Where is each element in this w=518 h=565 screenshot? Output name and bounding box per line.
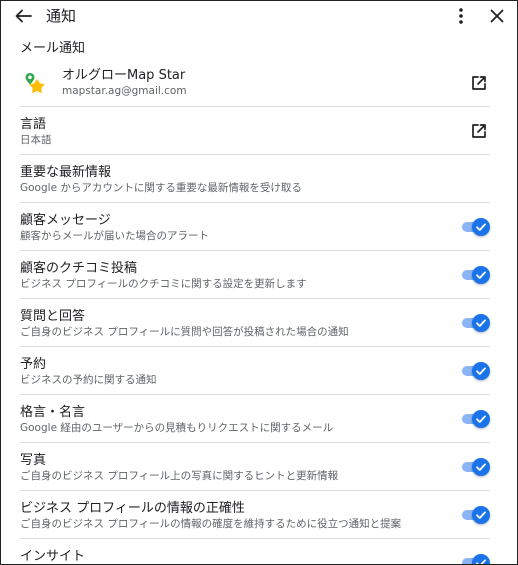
setting-row-qa: 質問と回答 ご自身のビジネス プロフィールに質問や回答が投稿された場合の通知 (20, 299, 490, 347)
setting-description: 顧客からメールが届いた場合のアラート (20, 230, 209, 242)
account-row: オルグローMap Star mapstar.ag@gmail.com (20, 59, 490, 107)
setting-description: ご自身のビジネス プロフィールに質問や回答が投稿された場合の通知 (20, 326, 349, 338)
setting-description: ご自身のビジネス プロフィールの情報の確度を維持するために役立つ通知と提案 (20, 518, 402, 530)
setting-description: ご自身のビジネス プロフィール上の写真に関するヒントと更新情報 (20, 470, 339, 482)
header: 通知 (1, 1, 517, 31)
language-value: 日本語 (20, 134, 52, 146)
setting-description: ビジネス プロフィールのクチコミに関する設定を更新します (20, 278, 307, 290)
setting-row-customer-messages: 顧客メッセージ 顧客からメールが届いた場合のアラート (20, 203, 490, 251)
setting-row-quotes: 格言・名言 Google 経由のユーザーからの見積もりリクエストに関するメール (20, 395, 490, 443)
language-row[interactable]: 言語 日本語 (20, 107, 490, 155)
setting-row-insights: インサイト (20, 539, 490, 564)
setting-row-photos: 写真 ご自身のビジネス プロフィール上の写真に関するヒントと更新情報 (20, 443, 490, 491)
toggle-switch[interactable] (462, 554, 490, 564)
important-title: 重要な最新情報 (20, 165, 112, 180)
setting-title: 顧客のクチコミ投稿 (20, 261, 138, 276)
setting-row-accuracy: ビジネス プロフィールの情報の正確性 ご自身のビジネス プロフィールの情報の確度… (20, 491, 490, 539)
more-vert-icon[interactable] (453, 6, 469, 26)
close-icon[interactable] (487, 7, 507, 25)
important-description: Google からアカウントに関する重要な最新情報を受け取る (20, 182, 302, 194)
toggle-switch[interactable] (462, 410, 490, 428)
setting-title: 質問と回答 (20, 309, 86, 324)
toggle-switch[interactable] (462, 218, 490, 236)
setting-row-bookings: 予約 ビジネスの予約に関する通知 (20, 347, 490, 395)
arrow-left-icon[interactable] (13, 7, 33, 25)
setting-title: ビジネス プロフィールの情報の正確性 (20, 501, 245, 516)
setting-description: ビジネスの予約に関する通知 (20, 374, 157, 386)
setting-title: インサイト (20, 549, 86, 564)
toggle-switch[interactable] (462, 506, 490, 524)
setting-description: Google 経由のユーザーからの見積もりリクエストに関するメール (20, 422, 334, 434)
language-title: 言語 (20, 117, 47, 132)
toggle-switch[interactable] (462, 266, 490, 284)
setting-title: 写真 (20, 453, 47, 468)
notifications-panel: 通知 メール通知 オルグローMap Star mapstar.ag@gmail.… (0, 0, 518, 565)
email-section-label: メール通知 (20, 41, 86, 56)
toggle-switch[interactable] (462, 458, 490, 476)
open-in-new-icon[interactable] (470, 122, 488, 140)
toggle-switch[interactable] (462, 362, 490, 380)
account-email: mapstar.ag@gmail.com (62, 85, 187, 97)
map-star-logo-icon (23, 71, 47, 95)
open-in-new-icon[interactable] (470, 74, 488, 92)
account-name: オルグローMap Star (62, 68, 186, 83)
setting-title: 格言・名言 (20, 405, 86, 420)
setting-row-reviews: 顧客のクチコミ投稿 ビジネス プロフィールのクチコミに関する設定を更新します (20, 251, 490, 299)
setting-title: 顧客メッセージ (20, 213, 111, 228)
important-updates-row: 重要な最新情報 Google からアカウントに関する重要な最新情報を受け取る (20, 155, 490, 203)
toggle-switch[interactable] (462, 314, 490, 332)
page-title: 通知 (46, 7, 77, 25)
setting-title: 予約 (20, 357, 47, 372)
